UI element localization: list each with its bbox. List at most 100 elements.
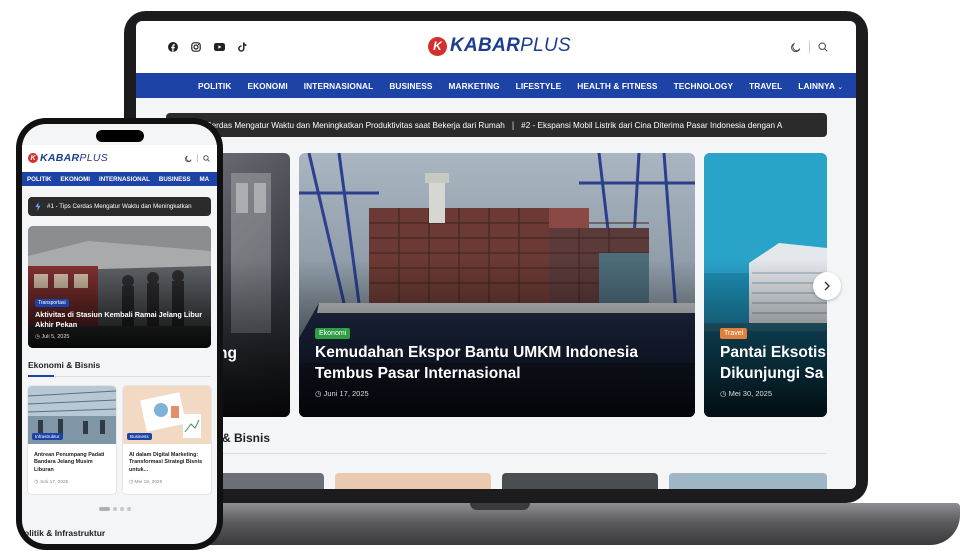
nav-item-travel[interactable]: TRAVEL bbox=[749, 81, 782, 91]
news-ticker: #1 - Tips Cerdas Mengatur Waktu dan Meni… bbox=[166, 113, 827, 137]
nav-item-marketing[interactable]: MA bbox=[200, 176, 210, 183]
laptop-base bbox=[98, 503, 960, 545]
clock-icon: ◷ bbox=[315, 389, 322, 398]
site-logo[interactable]: K KABARPLUS bbox=[428, 35, 571, 57]
slide-date-text: Mei 30, 2025 bbox=[728, 389, 773, 398]
ticker-item-2[interactable]: #2 - Ekspansi Mobil Listrik dari Cina Di… bbox=[521, 121, 782, 130]
category-badge[interactable]: Ekonomi bbox=[315, 328, 351, 339]
section-divider bbox=[222, 453, 827, 454]
dynamic-island bbox=[96, 130, 144, 142]
pagination-dot-active[interactable] bbox=[99, 507, 110, 511]
card-thumbnail[interactable] bbox=[669, 473, 827, 489]
nav-item-lifestyle[interactable]: LIFESTYLE bbox=[516, 81, 562, 91]
section-title: Ekonomi & Bisnis bbox=[28, 360, 101, 370]
site-logo[interactable]: K KABARPLUS bbox=[28, 152, 108, 164]
instagram-icon[interactable] bbox=[191, 42, 201, 52]
nav-item-politik[interactable]: POLITIK bbox=[198, 81, 231, 91]
card-title[interactable]: AI dalam Digital Marketing: Transformasi… bbox=[129, 452, 207, 474]
nav-item-internasional[interactable]: INTERNASIONAL bbox=[304, 81, 374, 91]
nav-item-ekonomi[interactable]: EKONOMI bbox=[247, 81, 287, 91]
nav-item-politik[interactable]: POLITIK bbox=[27, 176, 51, 183]
category-badge[interactable]: Business bbox=[127, 433, 152, 440]
nav-item-lainnya-label: LAINNYA bbox=[798, 80, 835, 91]
category-badge[interactable]: Transportasi bbox=[35, 299, 69, 307]
mobile-nav: POLITIK EKONOMI INTERNASIONAL BUSINESS M… bbox=[22, 172, 217, 186]
chevron-down-icon: ⌄ bbox=[837, 83, 844, 91]
hero-title[interactable]: Aktivitas di Stasiun Kembali Ramai Jelan… bbox=[35, 310, 207, 330]
laptop-screen: K KABARPLUS POLITIK EKONOMI INTERNASIONA… bbox=[136, 21, 856, 489]
section-title: & Bisnis bbox=[222, 431, 271, 445]
slide-date: ◷ Juni 17, 2025 bbox=[315, 389, 369, 398]
card-date-text: Mei 19, 2025 bbox=[134, 480, 163, 485]
nav-item-business[interactable]: BUSINESS bbox=[389, 81, 432, 91]
search-icon[interactable] bbox=[203, 154, 210, 162]
page-body: #1 - Tips Cerdas Mengatur Waktu dan Meni… bbox=[136, 98, 856, 489]
clock-icon: ◷ bbox=[720, 389, 727, 398]
moon-icon[interactable] bbox=[185, 155, 192, 162]
card-title[interactable]: Antrean Penumpang Padati Bandara Jelang … bbox=[34, 452, 112, 474]
tools-divider bbox=[197, 154, 198, 162]
mockup-stage: K KABARPLUS POLITIK EKONOMI INTERNASIONA… bbox=[0, 0, 977, 555]
section-divider bbox=[28, 376, 211, 377]
nav-item-ekonomi[interactable]: EKONOMI bbox=[60, 176, 90, 183]
slider-next-button[interactable] bbox=[813, 272, 841, 300]
facebook-icon[interactable] bbox=[168, 42, 178, 52]
site-header: K KABARPLUS bbox=[136, 21, 856, 73]
laptop-hinge-notch bbox=[470, 503, 530, 510]
slide-date: ◷ Mei 30, 2025 bbox=[720, 389, 772, 398]
section-title: olitik & Infrastruktur bbox=[24, 528, 106, 538]
card-date-text: Juni 17, 2025 bbox=[39, 480, 69, 485]
hero-card[interactable]: Transportasi Aktivitas di Stasiun Kembal… bbox=[28, 226, 211, 348]
slide-next[interactable]: Travel Pantai Eksotis Dikunjungi Sa ◷ Me… bbox=[704, 153, 827, 417]
logo-suffix: PLUS bbox=[520, 35, 571, 56]
clock-icon: ◷ bbox=[34, 480, 39, 485]
ticker-item-1[interactable]: #1 - Tips Cerdas Mengatur Waktu dan Meni… bbox=[47, 203, 192, 210]
ticker-divider: | bbox=[511, 120, 515, 130]
logo-wordmark: KABARPLUS bbox=[450, 35, 571, 57]
card-thumbnail[interactable] bbox=[502, 473, 658, 489]
slide-date-text: Juni 17, 2025 bbox=[323, 389, 369, 398]
mobile-header: K KABARPLUS bbox=[22, 145, 217, 171]
search-icon[interactable] bbox=[818, 42, 828, 52]
pagination-dot[interactable] bbox=[127, 507, 131, 511]
news-ticker: #1 - Tips Cerdas Mengatur Waktu dan Meni… bbox=[28, 197, 211, 216]
hero-date: ◷ Juli 5, 2025 bbox=[35, 334, 69, 340]
logo-prefix: KABAR bbox=[450, 35, 521, 56]
youtube-icon[interactable] bbox=[214, 43, 225, 51]
nav-item-marketing[interactable]: MARKETING bbox=[449, 81, 500, 91]
logo-suffix: PLUS bbox=[79, 152, 109, 164]
header-tools bbox=[185, 154, 210, 162]
nav-item-business[interactable]: BUSINESS bbox=[159, 176, 191, 183]
card-date: ◷ Mei 19, 2025 bbox=[129, 480, 162, 485]
category-badge[interactable]: Travel bbox=[720, 328, 748, 339]
slide-headline[interactable]: Pantai Eksotis Dikunjungi Sa bbox=[720, 342, 827, 384]
logo-wordmark: KABARPLUS bbox=[40, 152, 108, 164]
ticker-item-1[interactable]: #1 - Tips Cerdas Mengatur Waktu dan Meni… bbox=[166, 121, 505, 130]
lightning-icon bbox=[32, 201, 43, 212]
card-date: ◷ Juni 17, 2025 bbox=[34, 480, 68, 485]
category-badge[interactable]: Infrastruktur bbox=[32, 433, 63, 440]
article-card[interactable]: Infrastruktur Antrean Penumpang Padati B… bbox=[28, 386, 116, 494]
clock-icon: ◷ bbox=[35, 334, 40, 340]
clock-icon: ◷ bbox=[129, 480, 134, 485]
card-thumbnail[interactable] bbox=[335, 473, 491, 489]
logo-prefix: KABAR bbox=[40, 152, 80, 164]
nav-item-technology[interactable]: TECHNOLOGY bbox=[674, 81, 734, 91]
pagination-dot[interactable] bbox=[113, 507, 117, 511]
slide-headline-line2: Dikunjungi Sa bbox=[720, 365, 824, 382]
tiktok-icon[interactable] bbox=[238, 42, 247, 52]
slide-headline[interactable]: Kemudahan Ekspor Bantu UMKM Indonesia Te… bbox=[315, 342, 675, 384]
pagination-dot[interactable] bbox=[120, 507, 124, 511]
nav-item-internasional[interactable]: INTERNASIONAL bbox=[99, 176, 150, 183]
nav-item-lainnya[interactable]: LAINNYA ⌄ bbox=[798, 81, 843, 91]
slide-main[interactable]: Ekonomi Kemudahan Ekspor Bantu UMKM Indo… bbox=[299, 153, 695, 417]
nav-item-health-fitness[interactable]: HEALTH & FITNESS bbox=[577, 81, 657, 91]
moon-icon[interactable] bbox=[791, 42, 801, 52]
article-card[interactable]: Business AI dalam Digital Marketing: Tra… bbox=[123, 386, 211, 494]
carousel-pagination bbox=[99, 507, 131, 511]
logo-mark: K bbox=[28, 153, 38, 163]
main-nav: POLITIK EKONOMI INTERNASIONAL BUSINESS M… bbox=[136, 73, 856, 98]
social-links bbox=[168, 42, 247, 52]
chevron-right-icon bbox=[824, 281, 830, 291]
logo-mark: K bbox=[428, 36, 447, 56]
